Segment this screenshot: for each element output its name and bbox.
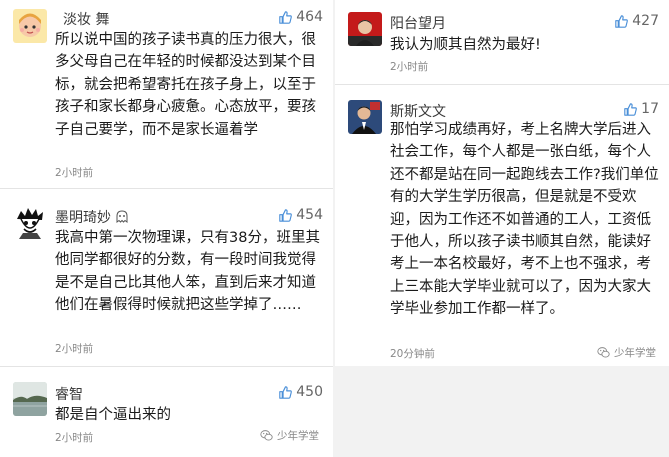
comment-author-name: 墨明琦妙	[55, 210, 111, 226]
portrait-red-avatar-icon[interactable]	[348, 12, 382, 46]
divider	[335, 84, 669, 85]
like-button[interactable]: 464	[279, 9, 323, 25]
comment-author[interactable]: 斯斯文文	[390, 101, 446, 121]
like-button[interactable]: 427	[615, 13, 659, 29]
man-suit-avatar-icon[interactable]	[348, 100, 382, 134]
comment-text: 所以说中国的孩子读书真的压力很大，很多父母自己在年轻的时候都没达到某个目标，就会…	[55, 32, 316, 138]
landscape-avatar-icon[interactable]	[13, 382, 47, 416]
comment-author[interactable]: 阳台望月	[390, 13, 446, 33]
like-count: 17	[641, 101, 659, 117]
thumbs-up-icon	[615, 14, 629, 28]
comment-author[interactable]: 淡妆 舞	[63, 9, 109, 29]
comment-text: 都是自个逼出来的	[55, 407, 171, 423]
comment-author[interactable]: 睿智	[55, 384, 83, 404]
like-count: 427	[632, 13, 659, 29]
cartoon-girl-avatar-icon[interactable]	[13, 9, 47, 43]
comment-timestamp: 2小时前	[55, 167, 94, 179]
left-comment-column: 淡妆 舞 464 所以说中国的孩子读书真的压力很大，很多父母自己在年轻的时候都没…	[0, 0, 333, 457]
thumbs-up-icon	[624, 102, 638, 116]
anime-sketch-avatar-icon[interactable]	[13, 205, 47, 239]
wechat-icon	[597, 347, 610, 358]
wechat-icon	[260, 430, 273, 441]
thumbs-up-icon	[279, 208, 293, 222]
like-button[interactable]: 454	[279, 207, 323, 223]
watermark: 少年学堂	[597, 345, 656, 360]
comment-timestamp: 20分钟前	[390, 348, 435, 360]
thumbs-up-icon	[279, 10, 293, 24]
comment-timestamp: 2小时前	[55, 432, 94, 444]
comment-timestamp: 2小时前	[55, 343, 94, 355]
comment-text: 我认为顺其自然为最好!	[390, 37, 541, 53]
divider	[0, 366, 333, 367]
like-count: 454	[296, 207, 323, 223]
watermark-text: 少年学堂	[277, 430, 319, 442]
comment-text: 那怕学习成绩再好，考上名牌大学后进入社会工作，每个人都是一张白纸，每个人还不都是…	[390, 122, 659, 318]
like-count: 450	[296, 384, 323, 400]
comment-author[interactable]: 墨明琦妙	[55, 207, 129, 227]
watermark: 少年学堂	[260, 428, 319, 443]
watermark-text: 少年学堂	[614, 347, 656, 359]
like-button[interactable]: 450	[279, 384, 323, 400]
comment-timestamp: 2小时前	[390, 61, 429, 73]
ghost-badge-icon	[116, 210, 128, 223]
comment-text: 我高中第一次物理课，只有38分，班里其他同学都很好的分数，有一段时间我觉得是不是…	[55, 230, 320, 314]
thumbs-up-icon	[279, 385, 293, 399]
divider	[0, 188, 333, 189]
like-count: 464	[296, 9, 323, 25]
like-button[interactable]: 17	[624, 101, 659, 117]
right-comment-column: 阳台望月 427 我认为顺其自然为最好! 2小时前 斯斯文文 17 那怕学习成绩…	[335, 0, 669, 366]
